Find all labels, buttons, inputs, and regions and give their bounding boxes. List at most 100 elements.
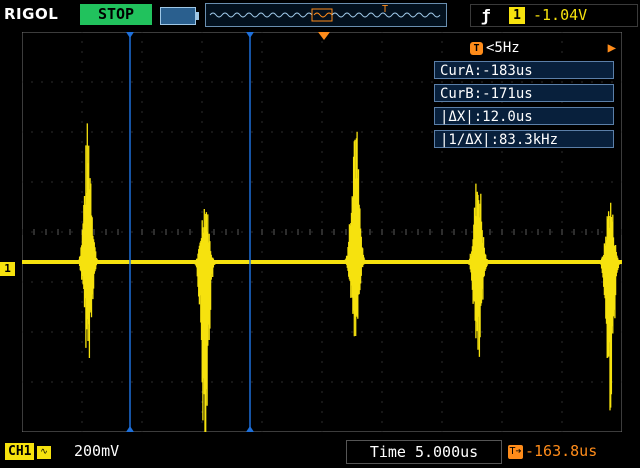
grid-dot	[421, 131, 423, 133]
grid-dot	[41, 181, 43, 183]
grid-dot	[111, 231, 113, 233]
grid-dot	[501, 351, 503, 353]
grid-dot	[271, 231, 273, 233]
grid-dot	[231, 181, 233, 183]
grid-dot	[311, 81, 313, 83]
grid-dot	[151, 131, 153, 133]
grid-dot	[111, 281, 113, 283]
grid-dot	[321, 61, 323, 63]
inverse-delta-x-readout: |1/ΔX|:83.3kHz	[434, 130, 614, 148]
grid-dot	[321, 221, 323, 223]
grid-dot	[181, 281, 183, 283]
grid-dot	[141, 251, 143, 253]
grid-dot	[331, 381, 333, 383]
grid-dot	[261, 161, 263, 163]
grid-dot	[491, 231, 493, 233]
grid-dot	[381, 311, 383, 313]
grid-dot	[511, 281, 513, 283]
trigger-info[interactable]: ƒ 1 -1.04V	[470, 4, 638, 27]
grid-dot	[541, 381, 543, 383]
grid-dot	[371, 281, 373, 283]
grid-dot	[441, 361, 443, 363]
grid-dot	[331, 231, 333, 233]
grid-dot	[181, 331, 183, 333]
grid-dot	[551, 331, 553, 333]
grid-dot	[161, 231, 163, 233]
trigger-offset-readout[interactable]: T➔ -163.8us	[508, 440, 636, 462]
grid-dot	[381, 361, 383, 363]
grid-dot	[101, 331, 103, 333]
grid-dot	[141, 211, 143, 213]
grid-dot	[261, 401, 263, 403]
grid-dot	[251, 81, 253, 83]
grid-dot	[421, 331, 423, 333]
timebase-readout[interactable]: Time 5.000us	[346, 440, 502, 464]
channel1-offset-marker[interactable]: 1	[0, 262, 15, 276]
grid-dot	[191, 331, 193, 333]
grid-dot	[431, 331, 433, 333]
grid-dot	[381, 391, 383, 393]
grid-dot	[441, 251, 443, 253]
grid-dot	[441, 331, 443, 333]
grid-dot	[621, 281, 622, 283]
grid-dot	[311, 231, 313, 233]
grid-dot	[471, 331, 473, 333]
grid-dot	[171, 231, 173, 233]
grid-dot	[141, 341, 143, 343]
grid-dot	[241, 381, 243, 383]
grid-dot	[201, 71, 203, 73]
grid-dot	[261, 391, 263, 393]
grid-dot	[211, 381, 213, 383]
grid-dot	[381, 161, 383, 163]
grid-dot	[561, 191, 563, 193]
grid-dot	[501, 301, 503, 303]
grid-dot	[261, 91, 263, 93]
grid-dot	[341, 281, 343, 283]
grid-dot	[71, 131, 73, 133]
vertical-scale[interactable]: 200mV	[74, 441, 119, 462]
grid-dot	[441, 311, 443, 313]
grid-dot	[41, 281, 43, 283]
grid-dot	[31, 231, 33, 233]
grid-dot	[441, 391, 443, 393]
grid-dot	[271, 331, 273, 333]
grid-dot	[291, 181, 293, 183]
svg-text:T: T	[382, 4, 388, 15]
grid-dot	[261, 191, 263, 193]
grid-dot	[81, 101, 83, 103]
grid-dot	[201, 81, 203, 83]
grid-dot	[141, 391, 143, 393]
grid-dot	[381, 121, 383, 123]
grid-dot	[231, 381, 233, 383]
grid-dot	[351, 381, 353, 383]
grid-dot	[351, 131, 353, 133]
grid-dot	[151, 181, 153, 183]
grid-dot	[231, 331, 233, 333]
grid-dot	[61, 281, 63, 283]
grid-dot	[521, 331, 523, 333]
grid-dot	[501, 81, 503, 83]
grid-dot	[381, 411, 383, 413]
grid-dot	[381, 241, 383, 243]
grid-dot	[451, 81, 453, 83]
grid-dot	[371, 381, 373, 383]
grid-dot	[401, 331, 403, 333]
run-stop-status[interactable]: STOP	[80, 4, 152, 25]
grid-dot	[561, 291, 563, 293]
grid-dot	[281, 331, 283, 333]
grid-dot	[511, 381, 513, 383]
grid-dot	[121, 181, 123, 183]
grid-dot	[441, 281, 443, 283]
channel1-badge[interactable]: CH1	[5, 443, 35, 460]
grid-dot	[81, 191, 83, 193]
grid-dot	[211, 231, 213, 233]
grid-dot	[381, 71, 383, 73]
grid-dot	[361, 381, 363, 383]
grid-dot	[22, 181, 23, 183]
grid-dot	[551, 281, 553, 283]
grid-dot	[211, 81, 213, 83]
grid-dot	[361, 181, 363, 183]
grid-dot	[441, 51, 443, 53]
memory-depth-indicator: T	[205, 3, 447, 27]
grid-dot	[261, 361, 263, 363]
